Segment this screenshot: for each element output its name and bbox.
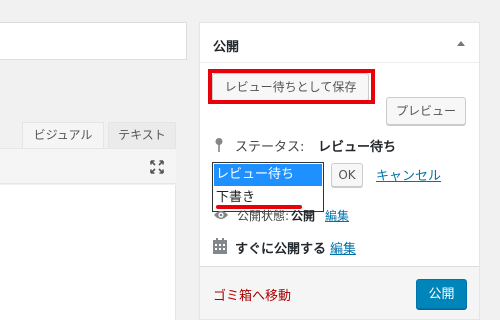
visibility-label: 公開状態: [237,209,290,223]
editor-content-area[interactable] [0,185,176,320]
schedule-label: すぐに公開する [235,242,327,257]
publish-box-header[interactable]: 公開 [200,23,479,63]
highlight-frame [208,69,375,104]
calendar-icon [213,238,227,254]
eye-icon [214,211,228,219]
publish-box-title: 公開 [213,40,240,55]
tab-visual[interactable]: ビジュアル [22,122,104,148]
ok-button[interactable]: OK [331,163,363,187]
status-label: ステータス: [235,140,305,155]
publish-box-footer: ゴミ箱へ移動 公開 [200,266,479,319]
publish-box: 公開 レビュー待ちとして保存 プレビュー ステータス: レビュー待ち レビュー待… [199,22,480,320]
editor-toolbar [0,148,176,184]
expand-icon[interactable] [149,159,165,175]
editor-tabs: ビジュアル テキスト [0,122,176,148]
collapse-arrow-icon[interactable] [457,41,465,46]
status-option-pending[interactable]: レビュー待ち [214,164,322,186]
visibility-edit-link[interactable]: 編集 [325,207,349,224]
pin-icon [215,138,223,152]
schedule-edit-link[interactable]: 編集 [330,238,356,257]
cancel-link[interactable]: キャンセル [376,165,441,184]
status-value: レビュー待ち [318,140,397,155]
title-input[interactable] [0,22,187,60]
move-to-trash-link[interactable]: ゴミ箱へ移動 [213,285,291,304]
visibility-value: 公開 [291,209,316,223]
tab-text[interactable]: テキスト [108,122,176,148]
publish-button[interactable]: 公開 [416,279,467,309]
preview-button[interactable]: プレビュー [386,97,466,125]
